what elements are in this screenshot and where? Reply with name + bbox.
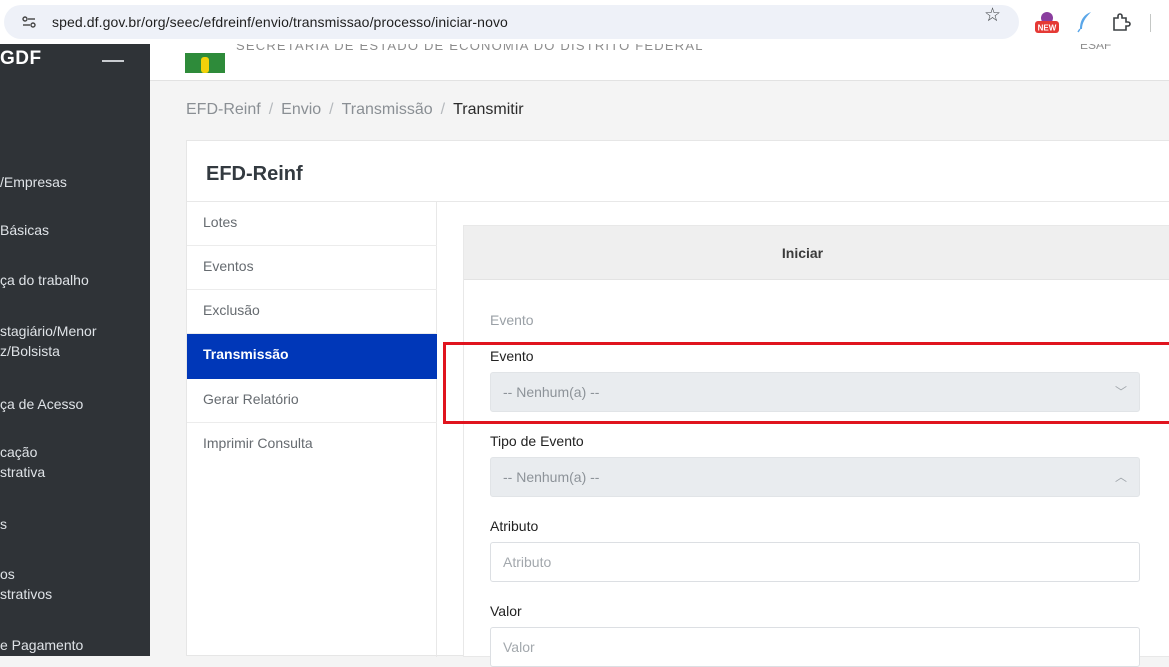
page-title: EFD-Reinf [206,163,303,185]
breadcrumb-item[interactable]: EFD-Reinf [186,101,261,118]
breadcrumb-separator: / [440,101,446,118]
hamburger-menu-icon[interactable] [102,60,124,62]
valor-label: Valor [490,603,522,619]
evento-label: Evento [490,348,534,364]
menu-item-imprimir-consulta[interactable]: Imprimir Consulta [187,423,437,467]
sidebar-item[interactable]: os [0,564,15,584]
sidebar-item[interactable]: Básicas [0,220,49,240]
chevron-down-icon: ﹀ [1114,385,1127,399]
app-header: SECRETARIA DE ESTADO DE ECONOMIA DO DIST… [150,44,1169,81]
breadcrumb-separator: / [268,101,274,118]
breadcrumb: EFD-Reinf / Envio / Transmissão / Transmitir [186,101,524,119]
sidebar-item[interactable]: strativa [0,462,45,482]
sidebar-brand[interactable]: GDF [0,48,42,70]
menu-item-lotes[interactable]: Lotes [187,202,437,246]
toolbar-separator [1150,14,1151,32]
evento-select[interactable]: -- Nenhum(a) -- ﹀ [490,372,1140,412]
section-label: Evento [490,312,534,328]
atributo-label: Atributo [490,518,539,534]
sidebar-item[interactable]: ça de Acesso [0,394,83,414]
browser-toolbar: sped.df.gov.br/org/seec/efdreinf/envio/t… [0,0,1169,44]
sidebar-item[interactable]: s [0,514,7,534]
bookmark-star-icon[interactable]: ☆ [984,6,1002,25]
breadcrumb-separator: / [329,101,334,118]
sidebar: GDF /Empresas Básicas ça do trabalho stagiá… [0,44,150,656]
new-badge-icon[interactable]: NEW [1034,11,1060,35]
sidebar-item[interactable]: e Pagamento [0,635,83,655]
sidebar-item[interactable]: /Empresas [0,172,67,192]
form-panel: Iniciar Evento Evento -- Nenhum(a) -- ﹀ … [463,225,1169,667]
sidebar-item[interactable]: cação [0,442,37,462]
svg-text:NEW: NEW [1038,24,1057,33]
sidebar-item[interactable]: z/Bolsista [0,341,60,361]
site-info-icon[interactable] [22,16,36,28]
feather-icon[interactable] [1077,11,1093,33]
menu-item-exclusao[interactable]: Exclusão [187,290,437,334]
side-menu: Lotes Eventos Exclusão Transmissão Gerar… [187,202,437,657]
gdf-logo [185,53,225,73]
tipo-evento-label: Tipo de Evento [490,433,584,449]
chevron-up-icon: ︿ [1114,470,1127,484]
address-bar[interactable]: sped.df.gov.br/org/seec/efdreinf/envio/t… [4,5,1019,39]
tipo-evento-select-value: -- Nenhum(a) -- [503,469,600,485]
menu-item-gerar-relatorio[interactable]: Gerar Relatório [187,379,437,423]
valor-input[interactable] [490,627,1140,667]
menu-item-eventos[interactable]: Eventos [187,246,437,290]
breadcrumb-item[interactable]: Envio [281,101,321,118]
sidebar-item[interactable]: ça do trabalho [0,270,89,290]
atributo-input[interactable] [490,542,1140,582]
main-card: EFD-Reinf Lotes Eventos Exclusão Transmi… [186,140,1169,667]
puzzle-icon[interactable] [1111,12,1131,32]
breadcrumb-current: Transmitir [453,101,524,118]
evento-select-value: -- Nenhum(a) -- [503,384,600,400]
menu-item-transmissao[interactable]: Transmissão [187,334,437,379]
sidebar-item[interactable]: stagiário/Menor [0,321,97,341]
breadcrumb-item[interactable]: Transmissão [342,101,433,118]
panel-header: Iniciar [464,226,1169,280]
header-title: SECRETARIA DE ESTADO DE ECONOMIA DO DIST… [236,44,704,53]
sidebar-item[interactable]: strativos [0,584,52,604]
tipo-evento-select[interactable]: -- Nenhum(a) -- ︿ [490,457,1140,497]
header-user[interactable]: ESAF [1080,44,1111,52]
url-text[interactable]: sped.df.gov.br/org/seec/efdreinf/envio/t… [52,14,508,30]
